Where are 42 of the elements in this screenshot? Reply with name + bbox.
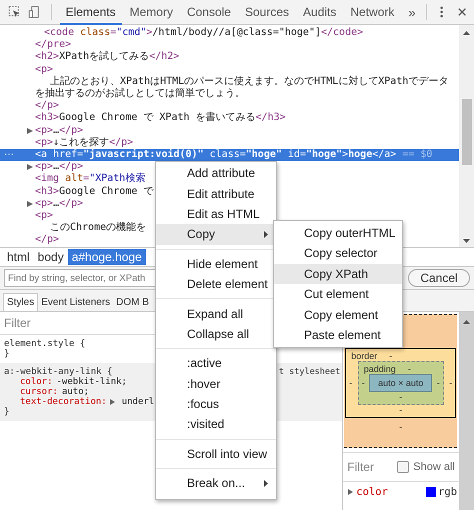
box-label: padding — [364, 364, 396, 374]
property-name: color: — [20, 377, 53, 387]
box-value: - — [436, 378, 440, 388]
dom-line: <img alt="XPath検索 — [35, 173, 146, 186]
dom-line: <a href="javascript:void(0)" class="hoge" id="hoge">hoge</a> == $0 — [35, 148, 432, 161]
box-value: - — [389, 351, 392, 361]
dom-line: </p> — [35, 234, 60, 246]
rule-brace: } — [4, 349, 10, 359]
dom-line: <code class="cmd">/html/body//a[@class="hoge"]</code> — [44, 27, 364, 40]
box-value: - — [399, 422, 402, 432]
property-value: -webkit-link; — [56, 377, 127, 387]
rule-brace: } — [4, 407, 10, 417]
box-value: - — [349, 378, 352, 388]
property-name: cursor: — [20, 387, 58, 397]
property-name: text-decoration: — [20, 397, 107, 407]
content-box: auto × auto — [369, 374, 432, 392]
dom-line: <p> — [35, 210, 54, 222]
dom-line: <h3>Google Chrome で — [35, 186, 154, 198]
dom-line: を抽出するのがお試しとしては簡単でしょう。 — [35, 88, 245, 100]
box-value: - — [449, 378, 452, 388]
rule-selector: a:-webkit-any-link { — [4, 367, 112, 377]
property-value: rgb — [438, 486, 458, 498]
box-value: - — [408, 364, 411, 374]
dom-line: <h2>XPathを試してみる</h2> — [35, 51, 180, 64]
dom-line: </p> — [35, 100, 60, 112]
box-label: border — [351, 351, 378, 361]
box-value: - — [362, 378, 365, 388]
dom-line: <h3>Google Chrome で XPath を書いてみる</h3> — [35, 112, 286, 124]
property-value: auto; — [62, 387, 90, 397]
dom-line: <p>…</p> — [35, 198, 84, 210]
dom-line: <p> — [35, 64, 54, 76]
dom-line: <p>↓これを探す</p> — [35, 136, 134, 149]
dom-line: <p>…</p> — [35, 124, 84, 137]
rule-selector: element.style { — [4, 339, 86, 349]
dom-line: このChromeの機能を — [50, 222, 146, 234]
property-name: color — [356, 486, 388, 498]
box-value: - — [399, 392, 402, 402]
dom-line: </pre> — [35, 39, 72, 51]
box-value: - — [399, 405, 402, 415]
property-value: underl — [122, 397, 154, 407]
dom-line: <p>…</p> — [35, 161, 84, 173]
dom-line: 上記のとおり、XPathはHTMLのパースに使えます。なのでHTMLに対してXPathでデータ — [50, 76, 448, 88]
